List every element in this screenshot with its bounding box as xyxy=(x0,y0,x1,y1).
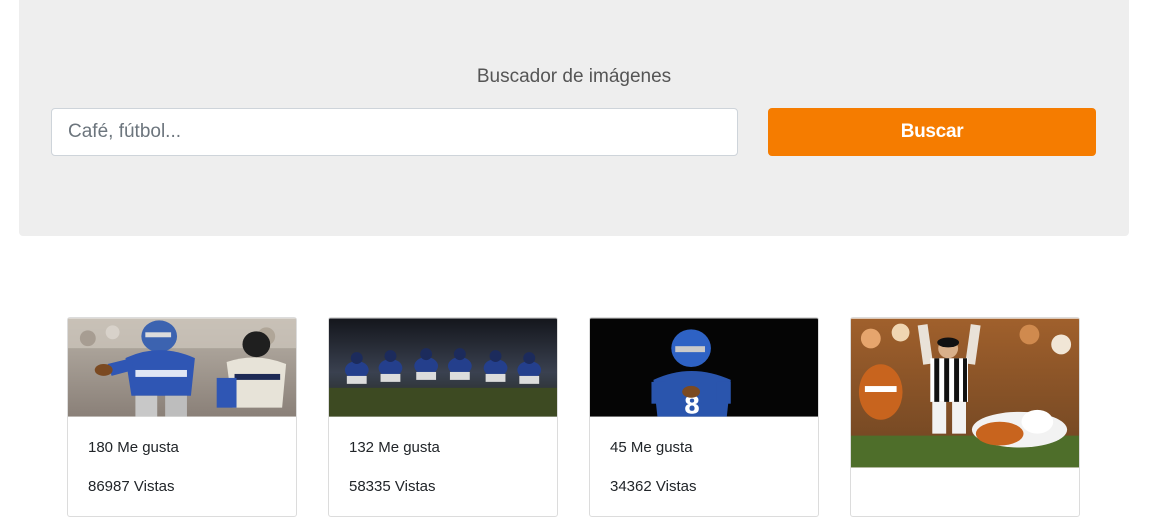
search-jumbotron: Buscador de imágenes Buscar xyxy=(19,0,1129,236)
image-card[interactable]: 180 Me gusta 86987 Vistas xyxy=(67,317,297,517)
search-input[interactable] xyxy=(51,108,738,156)
likes-count: 45 Me gusta xyxy=(610,439,693,456)
likes-count: 132 Me gusta xyxy=(349,439,440,456)
result-image[interactable] xyxy=(329,318,557,417)
result-image[interactable] xyxy=(68,318,296,417)
image-card[interactable] xyxy=(850,317,1080,517)
views-count: 34362 Vistas xyxy=(610,478,697,495)
views-count: 58335 Vistas xyxy=(349,478,436,495)
views-count: 86987 Vistas xyxy=(88,478,175,495)
result-image[interactable] xyxy=(851,318,1079,468)
search-button[interactable]: Buscar xyxy=(768,108,1096,156)
result-image[interactable]: 8 xyxy=(590,318,818,417)
page-title: Buscador de imágenes xyxy=(476,66,672,87)
image-card[interactable]: 8 45 Me gusta 34362 Vistas xyxy=(589,317,819,517)
image-card[interactable]: 132 Me gusta 58335 Vistas xyxy=(328,317,558,517)
likes-count: 180 Me gusta xyxy=(88,439,179,456)
